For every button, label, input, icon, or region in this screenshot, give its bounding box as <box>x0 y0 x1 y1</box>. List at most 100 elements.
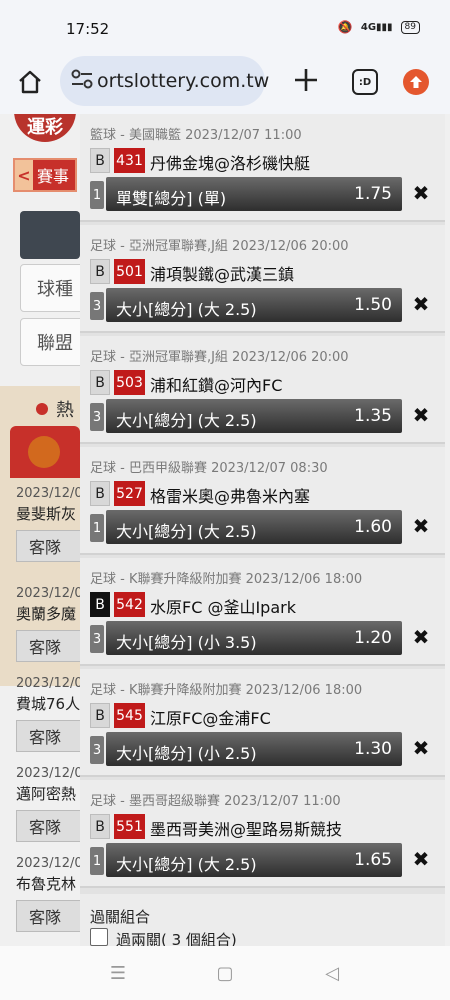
bet-teams: 浦項製鐵@武漢三鎮 <box>150 265 295 284</box>
bet-league: 足球 - K聯賽升降級附加賽 2023/12/06 18:00 <box>90 572 363 587</box>
bet-count: 3 <box>90 736 104 764</box>
bet-league: 足球 - 亞洲冠軍聯賽,J組 2023/12/06 20:00 <box>90 350 349 365</box>
bet-option: 大小[總分] (小 2.5) <box>116 744 257 763</box>
match-item: 2023/12/0 奧蘭多魔 客隊 <box>0 586 90 662</box>
battery-icon: 89 <box>400 20 420 34</box>
site-logo: 運彩 <box>14 114 76 142</box>
site-settings-icon[interactable] <box>70 69 94 89</box>
combo-checkbox[interactable] <box>90 928 108 946</box>
bet-option-bar[interactable]: 大小[總分] (小 2.5) 1.30 <box>106 732 402 766</box>
bet-option-bar[interactable]: 單雙[總分] (單) 1.75 <box>106 177 402 211</box>
close-icon[interactable]: ✖ <box>410 625 432 649</box>
bet-count: 1 <box>90 847 104 875</box>
hot-label-text: 熱 <box>56 400 74 421</box>
basketball-icon <box>28 436 60 468</box>
match-team: 布魯克林 <box>16 875 77 893</box>
chevron-left-icon: < <box>15 160 33 190</box>
menu-icon[interactable]: ☰ <box>104 960 132 986</box>
close-icon[interactable]: ✖ <box>410 181 432 205</box>
bet-option-bar[interactable]: 大小[總分] (小 3.5) 1.20 <box>106 621 402 655</box>
bet-item: 足球 - 巴西甲級聯賽 2023/12/07 08:30 B 527 格雷米奧@… <box>80 447 445 555</box>
bet-number: 501 <box>114 259 145 284</box>
bet-option: 大小[總分] (大 2.5) <box>116 522 257 541</box>
match-date: 2023/12/0 <box>16 586 83 601</box>
bet-odds: 1.35 <box>354 406 392 426</box>
bet-count: 1 <box>90 181 104 209</box>
bet-type-badge: B <box>90 814 110 839</box>
bet-odds: 1.30 <box>354 739 392 759</box>
close-icon[interactable]: ✖ <box>410 403 432 427</box>
close-icon[interactable]: ✖ <box>410 514 432 538</box>
bet-type-badge: B <box>90 370 110 395</box>
bet-odds: 1.50 <box>354 295 392 315</box>
bet-type-badge: B <box>90 259 110 284</box>
mute-icon: 🔕 <box>337 20 353 34</box>
match-team: 邁阿密熱 <box>16 785 77 803</box>
bet-item: 籃球 - 美國職籃 2023/12/07 11:00 B 431 丹佛金塊@洛杉… <box>80 114 445 222</box>
match-date: 2023/12/0 <box>16 856 83 871</box>
browser-toolbar: ortslottery.com.tw :D <box>0 52 450 114</box>
match-item: 2023/12/0 曼斐斯灰 客隊 <box>0 486 90 562</box>
bet-option-bar[interactable]: 大小[總分] (大 2.5) 1.50 <box>106 288 402 322</box>
bet-option-bar[interactable]: 大小[總分] (大 2.5) 1.60 <box>106 510 402 544</box>
away-button[interactable]: 客隊 <box>16 810 86 842</box>
match-team: 奧蘭多魔 <box>16 605 77 623</box>
bet-option: 大小[總分] (大 2.5) <box>116 855 257 874</box>
bet-item: 足球 - K聯賽升降級附加賽 2023/12/06 18:00 B 545 江原… <box>80 669 445 777</box>
away-button[interactable]: 客隊 <box>16 530 86 562</box>
system-nav-bar: ☰ ▢ ◁ <box>0 946 450 1000</box>
close-icon[interactable]: ✖ <box>410 292 432 316</box>
away-button[interactable]: 客隊 <box>16 900 86 932</box>
bet-option: 大小[總分] (大 2.5) <box>116 300 257 319</box>
bet-number: 551 <box>114 814 145 839</box>
bet-type-badge: B <box>90 481 110 506</box>
tabs-button[interactable]: :D <box>352 69 378 95</box>
close-icon[interactable]: ✖ <box>410 847 432 871</box>
combo-section: 過關組合 過兩關( 3 個組合) <box>80 894 445 946</box>
new-tab-icon[interactable] <box>292 66 320 94</box>
home-button[interactable] <box>14 66 46 98</box>
bet-odds: 1.65 <box>354 850 392 870</box>
bet-league: 足球 - K聯賽升降級附加賽 2023/12/06 18:00 <box>90 683 363 698</box>
bet-teams: 丹佛金塊@洛杉磯快艇 <box>150 154 311 173</box>
combo-option-label: 過兩關( 3 個組合) <box>116 931 237 946</box>
home-nav-icon[interactable]: ▢ <box>211 960 239 986</box>
bet-odds: 1.60 <box>354 517 392 537</box>
bet-teams: 墨西哥美洲@聖路易斯競技 <box>150 820 343 839</box>
bet-count: 1 <box>90 514 104 542</box>
away-button[interactable]: 客隊 <box>16 630 86 662</box>
bet-league: 足球 - 墨西哥超級聯賽 2023/12/07 11:00 <box>90 794 341 809</box>
away-button[interactable]: 客隊 <box>16 720 86 752</box>
update-button[interactable] <box>403 69 429 95</box>
bet-teams: 浦和紅鑽@河內FC <box>150 376 283 395</box>
match-date: 2023/12/0 <box>16 486 83 501</box>
bet-option-bar[interactable]: 大小[總分] (大 2.5) 1.35 <box>106 399 402 433</box>
bet-teams: 水原FC @釜山Ipark <box>150 598 296 617</box>
bet-league: 籃球 - 美國職籃 2023/12/07 11:00 <box>90 128 302 143</box>
bet-item: 足球 - 亞洲冠軍聯賽,J組 2023/12/06 20:00 B 503 浦和… <box>80 336 445 444</box>
network-type: 4G <box>360 21 377 33</box>
home-icon <box>19 70 41 94</box>
close-icon[interactable]: ✖ <box>410 736 432 760</box>
bet-league: 足球 - 巴西甲級聯賽 2023/12/07 08:30 <box>90 461 328 476</box>
bet-type-badge: B <box>90 703 110 728</box>
match-team: 曼斐斯灰 <box>16 505 77 523</box>
events-tab[interactable]: < 賽事 <box>13 158 77 192</box>
bet-option-bar[interactable]: 大小[總分] (大 2.5) 1.65 <box>106 843 402 877</box>
status-icons: 🔕 4G▮▮▮ 89 <box>338 20 420 34</box>
match-item: 2023/12/0 費城76人 客隊 <box>0 676 90 752</box>
bet-item: 足球 - 墨西哥超級聯賽 2023/12/07 11:00 B 551 墨西哥美… <box>80 780 445 888</box>
bet-count: 3 <box>90 625 104 653</box>
match-item: 2023/12/0 布魯克林 客隊 <box>0 856 90 932</box>
bet-item: 足球 - 亞洲冠軍聯賽,J組 2023/12/06 20:00 B 501 浦項… <box>80 225 445 333</box>
url-text[interactable]: ortslottery.com.tw <box>97 70 269 92</box>
bet-number: 542 <box>114 592 145 617</box>
bet-number: 545 <box>114 703 145 728</box>
bet-odds: 1.20 <box>354 628 392 648</box>
events-tab-label: 賽事 <box>37 167 70 186</box>
bet-league: 足球 - 亞洲冠軍聯賽,J組 2023/12/06 20:00 <box>90 239 349 254</box>
bet-option: 單雙[總分] (單) <box>116 189 227 208</box>
signal-icon: 4G▮▮▮ <box>360 21 393 33</box>
back-icon[interactable]: ◁ <box>318 960 346 986</box>
dark-button[interactable] <box>20 211 80 259</box>
